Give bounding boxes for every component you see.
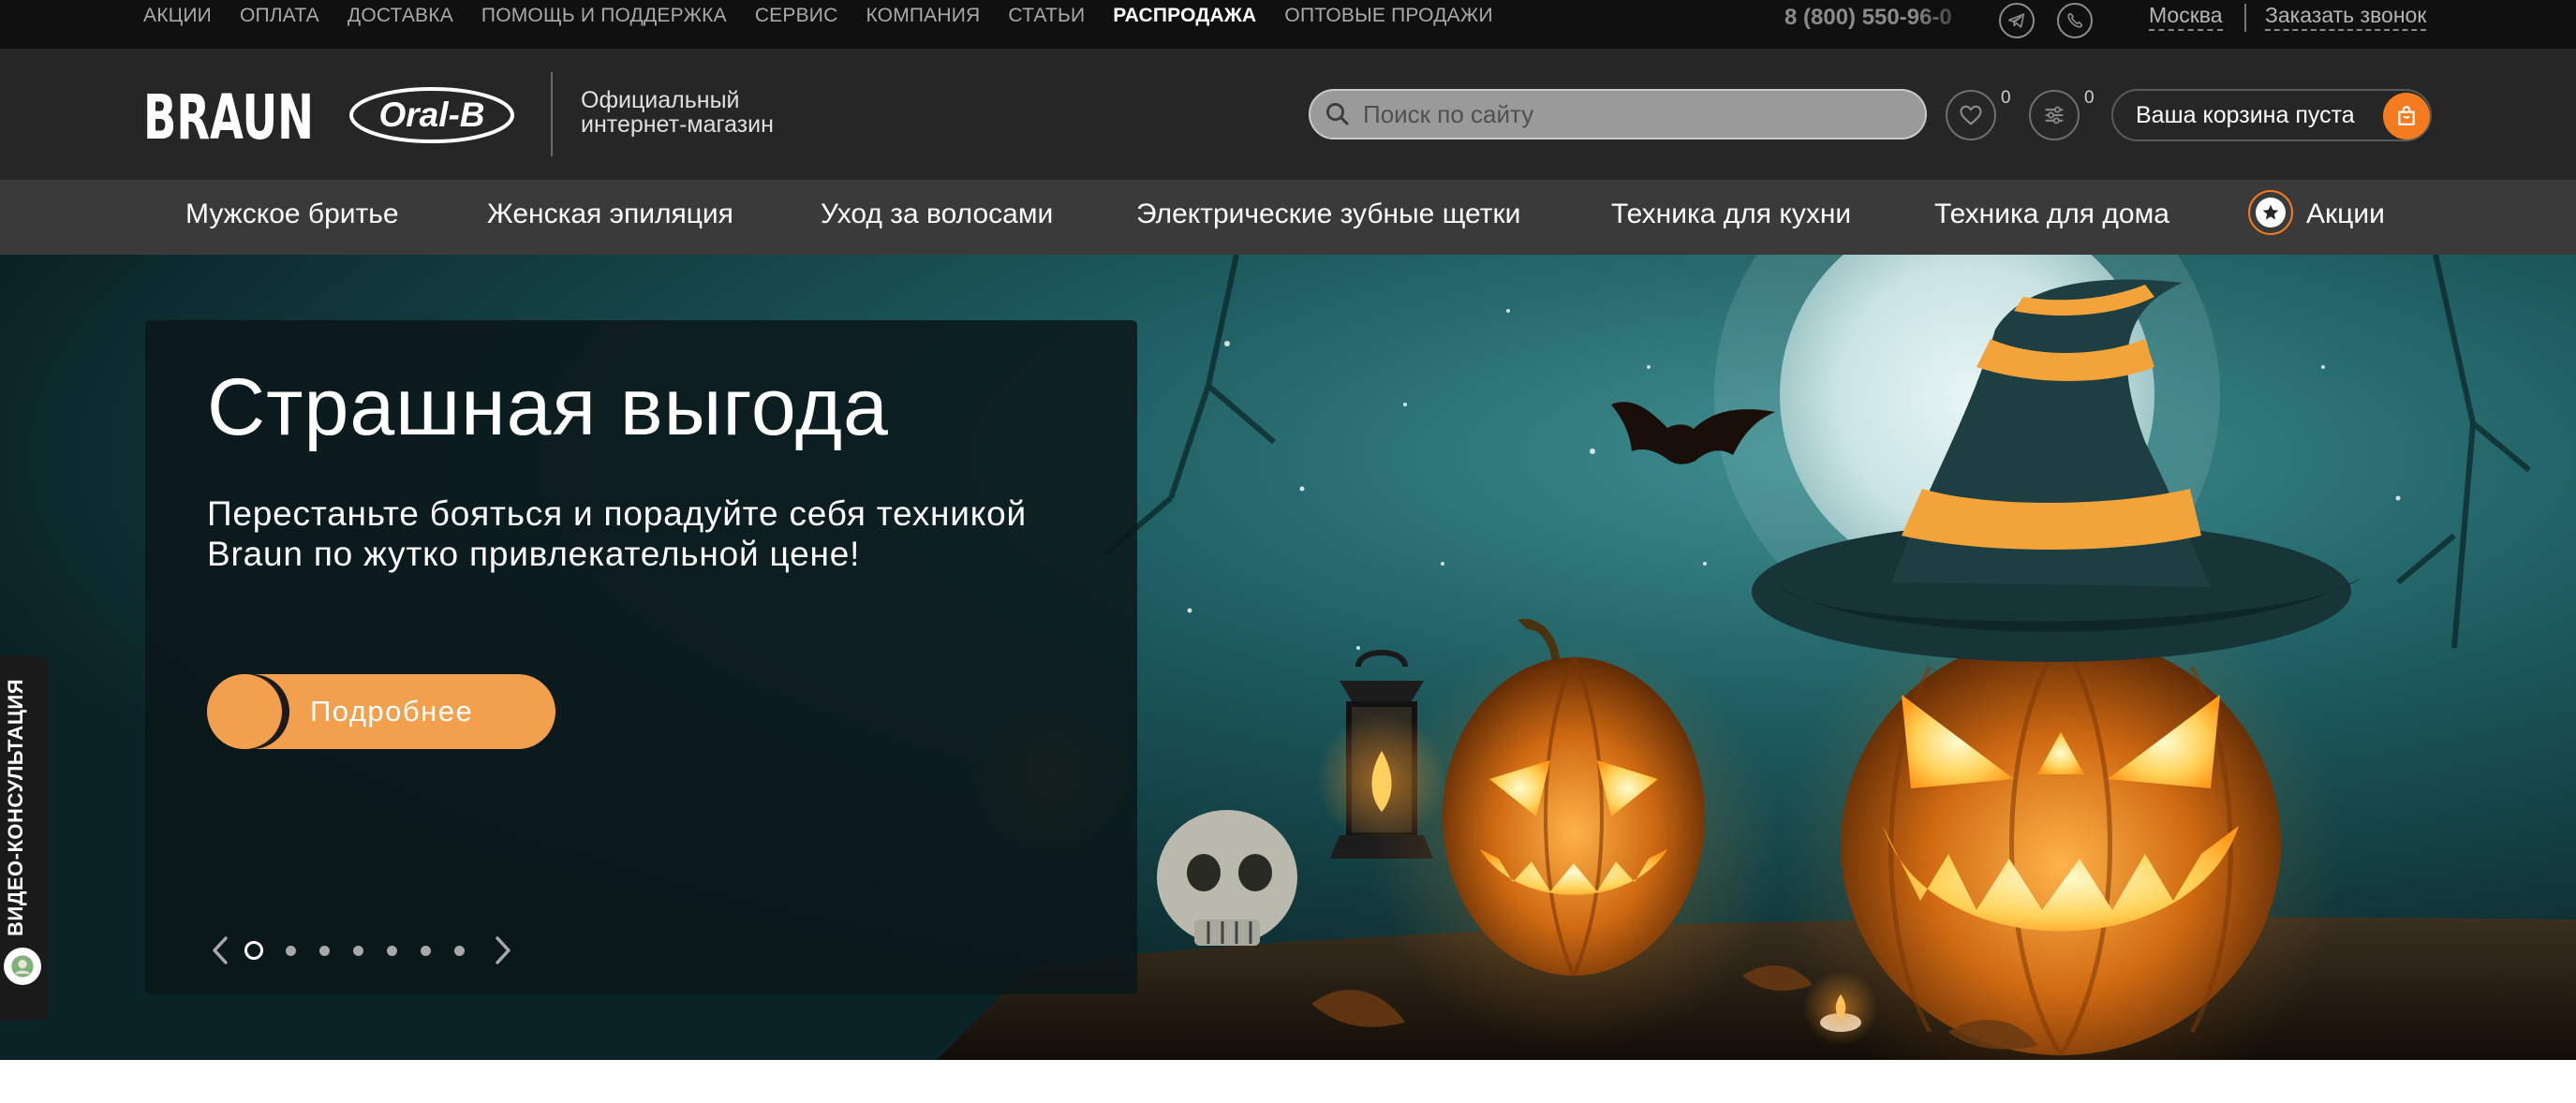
search-icon bbox=[1326, 103, 1349, 125]
hero-text: Перестаньте бояться и порадуйте себя тех… bbox=[207, 494, 1027, 573]
video-consultation-tab[interactable]: ВИДЕО-КОНСУЛЬТАЦИЯ bbox=[0, 655, 49, 1021]
category-kitchen-appliances[interactable]: Техника для кухни bbox=[1611, 199, 1851, 230]
category-electric-toothbrushes[interactable]: Электрические зубные щетки bbox=[1136, 199, 1520, 230]
top-nav-item-service[interactable]: СЕРВИС bbox=[755, 5, 838, 27]
search-bar[interactable] bbox=[1309, 89, 1927, 140]
category-womens-epilation[interactable]: Женская эпиляция bbox=[487, 199, 733, 230]
slider-dot[interactable] bbox=[286, 945, 296, 956]
slider-dot[interactable] bbox=[454, 945, 465, 956]
hero-button-dot bbox=[207, 674, 282, 749]
top-separator bbox=[2244, 4, 2246, 32]
top-nav-item-payment[interactable]: ОПЛАТА bbox=[240, 5, 319, 27]
top-nav-item-sale[interactable]: РАСПРОДАЖА bbox=[1113, 5, 1256, 27]
telegram-icon[interactable] bbox=[1999, 3, 2035, 38]
site-header: BRAUN Oral-B Официальный интернет-магази… bbox=[0, 49, 2576, 180]
top-nav-item-company[interactable]: КОМПАНИЯ bbox=[866, 5, 980, 27]
oralb-logo[interactable]: Oral-B bbox=[348, 86, 515, 144]
slider-dot[interactable] bbox=[421, 945, 431, 956]
category-promos[interactable]: Акции bbox=[2306, 199, 2385, 230]
search-input[interactable] bbox=[1352, 91, 1925, 138]
shop-label-line2: интернет-магазин bbox=[581, 111, 774, 138]
category-mens-shaving[interactable]: Мужское бритье bbox=[185, 199, 399, 230]
svg-text:Oral-B: Oral-B bbox=[378, 96, 484, 134]
slider-controls bbox=[207, 934, 516, 967]
phone-fade bbox=[1911, 0, 1986, 37]
compare-count: 0 bbox=[2084, 88, 2095, 108]
cart-bag-icon bbox=[2383, 93, 2430, 140]
chevron-right-icon bbox=[496, 936, 511, 964]
shop-label-line1: Официальный bbox=[581, 87, 740, 113]
hero-banner[interactable]: Страшная выгода Перестаньте бояться и по… bbox=[0, 255, 2576, 1060]
cart-label: Ваша корзина пуста bbox=[2136, 101, 2355, 128]
sliders-icon bbox=[2045, 106, 2064, 125]
favorites-count: 0 bbox=[2001, 88, 2011, 108]
slider-prev-arrow[interactable] bbox=[207, 934, 235, 967]
top-nav: АКЦИИ ОПЛАТА ДОСТАВКА ПОМОЩЬ И ПОДДЕРЖКА… bbox=[143, 0, 1493, 32]
hero-title: Страшная выгода bbox=[207, 362, 889, 452]
shop-label: Официальный интернет-магазин bbox=[581, 88, 862, 137]
top-utility-bar: АКЦИИ ОПЛАТА ДОСТАВКА ПОМОЩЬ И ПОДДЕРЖКА… bbox=[0, 0, 2576, 49]
slider-dot[interactable] bbox=[387, 945, 397, 956]
braun-logo[interactable]: BRAUN bbox=[143, 84, 314, 146]
slider-next-arrow[interactable] bbox=[488, 934, 516, 967]
favorites-button[interactable] bbox=[1946, 90, 1996, 140]
top-nav-item-promos[interactable]: АКЦИИ bbox=[143, 5, 212, 27]
top-nav-item-delivery[interactable]: ДОСТАВКА bbox=[348, 5, 453, 27]
slider-dot[interactable] bbox=[353, 945, 363, 956]
consultant-avatar-icon bbox=[4, 948, 41, 985]
promo-star-icon[interactable] bbox=[2248, 190, 2293, 235]
category-home-appliances[interactable]: Техника для дома bbox=[1934, 199, 2169, 230]
svg-text:BRAUN: BRAUN bbox=[143, 84, 314, 146]
top-nav-item-support[interactable]: ПОМОЩЬ И ПОДДЕРЖКА bbox=[481, 5, 727, 27]
slider-dots bbox=[235, 941, 488, 960]
city-selector[interactable]: Москва bbox=[2149, 3, 2223, 31]
category-nav: Мужское бритье Женская эпиляция Уход за … bbox=[0, 180, 2576, 255]
hero-button-label: Подробнее bbox=[310, 695, 474, 728]
heart-icon bbox=[1960, 105, 1982, 125]
hero-more-button[interactable]: Подробнее bbox=[207, 674, 555, 749]
hero-panel: Страшная выгода Перестаньте бояться и по… bbox=[145, 320, 1137, 994]
viber-icon[interactable] bbox=[2057, 3, 2093, 38]
compare-button[interactable] bbox=[2029, 90, 2080, 140]
slider-dot[interactable] bbox=[319, 945, 330, 956]
cart-button[interactable]: Ваша корзина пуста bbox=[2111, 89, 2432, 141]
top-nav-item-articles[interactable]: СТАТЬИ bbox=[1008, 5, 1085, 27]
category-hair-care[interactable]: Уход за волосами bbox=[821, 199, 1053, 230]
slider-dot[interactable] bbox=[244, 941, 263, 960]
header-divider bbox=[551, 72, 553, 156]
callback-link[interactable]: Заказать звонок bbox=[2265, 3, 2427, 31]
video-consultation-label: ВИДЕО-КОНСУЛЬТАЦИЯ bbox=[4, 678, 27, 936]
top-nav-item-wholesale[interactable]: ОПТОВЫЕ ПРОДАЖИ bbox=[1284, 5, 1492, 27]
chevron-left-icon bbox=[213, 936, 228, 964]
